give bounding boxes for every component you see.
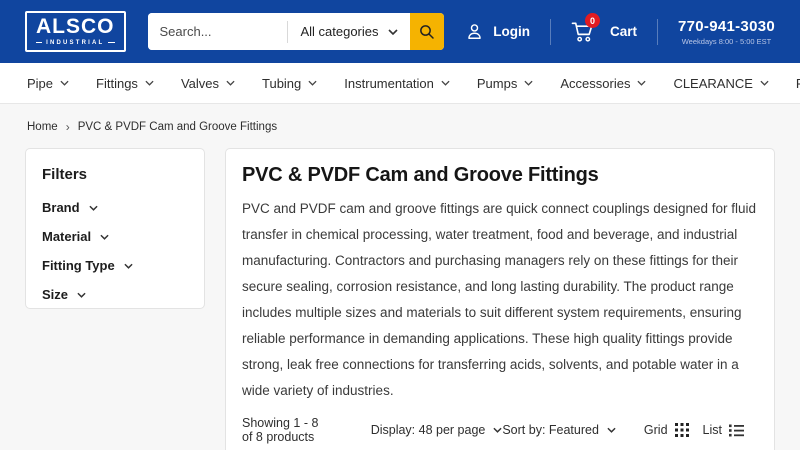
site-logo[interactable]: ALSCO INDUSTRIAL: [25, 11, 126, 52]
chevron-down-icon: [308, 80, 317, 86]
nav-item-label: Pipe: [27, 75, 54, 91]
grid-view-label: Grid: [643, 423, 668, 437]
nav-item-label: Fittings: [96, 75, 138, 91]
list-view-icon: [729, 424, 744, 437]
chevron-down-icon: [760, 80, 769, 86]
phone-block[interactable]: 770-941-3030 Weekdays 8:00 - 5:00 EST: [678, 18, 775, 46]
filters-panel: Filters Brand Material Fitting Type Size: [25, 148, 205, 309]
filter-group-label: Material: [42, 229, 92, 244]
nav-item-instrumentation[interactable]: Instrumentation: [344, 76, 450, 91]
list-view-label: List: [702, 423, 722, 437]
filters-title: Filters: [42, 166, 88, 183]
nav-item-fittings[interactable]: Fittings: [96, 76, 154, 91]
nav-item-tubing[interactable]: Tubing: [262, 76, 317, 91]
page-title: PVC & PVDF Cam and Groove Fittings: [242, 164, 599, 186]
display-per-page-label: Display: 48 per page: [370, 423, 486, 437]
nav-item-accessories[interactable]: Accessories: [560, 75, 647, 91]
category-description: PVC and PVDF cam and groove fittings are…: [242, 201, 757, 398]
search-icon: [418, 23, 436, 41]
category-dropdown[interactable]: All categories: [288, 13, 409, 50]
logo-subtext-row: INDUSTRIAL: [36, 40, 115, 46]
filter-group-material[interactable]: Material: [42, 229, 188, 244]
nav-item-label: Accessories: [560, 75, 631, 91]
sort-by-dropdown[interactable]: Sort by: Featured: [502, 423, 616, 437]
nav-item-pipe[interactable]: Pipe: [27, 76, 69, 91]
category-panel: PVC & PVDF Cam and Groove Fittings PVC a…: [225, 148, 775, 450]
nav-item-label: Instrumentation: [344, 75, 434, 91]
chevron-down-icon: [124, 263, 133, 269]
grid-view-button[interactable]: Grid: [644, 423, 689, 437]
nav-item-label: FREE SHIPPING: [795, 75, 800, 91]
listing-toolbar: Showing 1 - 8 of 8 products Display: 48 …: [242, 404, 758, 450]
chevron-down-icon: [607, 427, 616, 433]
chevron-down-icon: [493, 427, 502, 433]
filter-group-size[interactable]: Size: [42, 287, 188, 302]
chevron-down-icon: [441, 80, 450, 86]
nav-item-clearance[interactable]: CLEARANCE: [673, 75, 769, 91]
main-nav: Pipe Fittings Valves Tubing Instrumentat…: [0, 63, 800, 104]
login-label: Login: [493, 24, 530, 39]
chevron-down-icon: [387, 28, 398, 35]
cart-button[interactable]: 0 Cart: [571, 13, 637, 43]
header-separator: [549, 18, 551, 45]
site-header: ALSCO INDUSTRIAL All categories Login: [0, 0, 800, 63]
nav-item-label: Pumps: [476, 75, 518, 91]
logo-text: ALSCO: [36, 15, 115, 39]
filter-group-label: Brand: [42, 200, 80, 215]
search-button[interactable]: [409, 13, 444, 50]
logo-rule-left: [36, 41, 43, 44]
nav-item-label: CLEARANCE: [673, 75, 753, 91]
header-separator: [656, 18, 658, 45]
breadcrumb-home-link[interactable]: Home: [27, 121, 58, 133]
logo-rule-right: [108, 41, 115, 44]
content-area: Filters Brand Material Fitting Type Size…: [0, 148, 800, 450]
chevron-down-icon: [637, 80, 647, 86]
login-button[interactable]: Login: [465, 22, 530, 41]
phone-number: 770-941-3030: [677, 17, 775, 35]
chevron-down-icon: [145, 80, 154, 86]
search-bar: All categories: [147, 13, 444, 50]
header-right: Login 0 Cart 770-941-3030 Weekdays 8:00 …: [465, 13, 775, 46]
chevron-down-icon: [77, 292, 86, 298]
breadcrumb: Home › PVC & PVDF Cam and Groove Fitting…: [0, 104, 800, 148]
user-icon: [465, 22, 484, 41]
filter-group-brand[interactable]: Brand: [42, 200, 188, 215]
nav-item-pumps[interactable]: Pumps: [477, 76, 533, 91]
phone-hours: Weekdays 8:00 - 5:00 EST: [681, 36, 772, 46]
filter-group-fitting-type[interactable]: Fitting Type: [42, 258, 188, 273]
category-dropdown-label: All categories: [300, 24, 379, 39]
breadcrumb-current: PVC & PVDF Cam and Groove Fittings: [77, 121, 278, 133]
results-count: Showing 1 - 8 of 8 products: [242, 416, 319, 444]
display-per-page-dropdown[interactable]: Display: 48 per page: [371, 423, 503, 437]
grid-view-icon: [674, 423, 689, 437]
sort-by-label: Sort by: Featured: [502, 423, 599, 437]
nav-item-free-shipping[interactable]: FREE SHIPPING: [796, 76, 800, 91]
breadcrumb-separator: ›: [65, 120, 70, 134]
logo-subtext: INDUSTRIAL: [46, 39, 105, 46]
nav-item-valves[interactable]: Valves: [181, 76, 235, 91]
chevron-down-icon: [100, 234, 109, 240]
cart-count-badge: 0: [584, 13, 600, 28]
search-input[interactable]: [147, 13, 288, 50]
filter-group-label: Fitting Type: [42, 258, 115, 273]
cart-label: Cart: [609, 24, 637, 39]
chevron-down-icon: [60, 80, 69, 86]
list-view-button[interactable]: List: [703, 423, 744, 437]
chevron-down-icon: [524, 80, 533, 86]
filter-group-label: Size: [42, 287, 69, 302]
chevron-down-icon: [226, 80, 235, 86]
nav-item-label: Valves: [180, 75, 219, 91]
nav-item-label: Tubing: [262, 75, 302, 91]
chevron-down-icon: [88, 205, 98, 211]
